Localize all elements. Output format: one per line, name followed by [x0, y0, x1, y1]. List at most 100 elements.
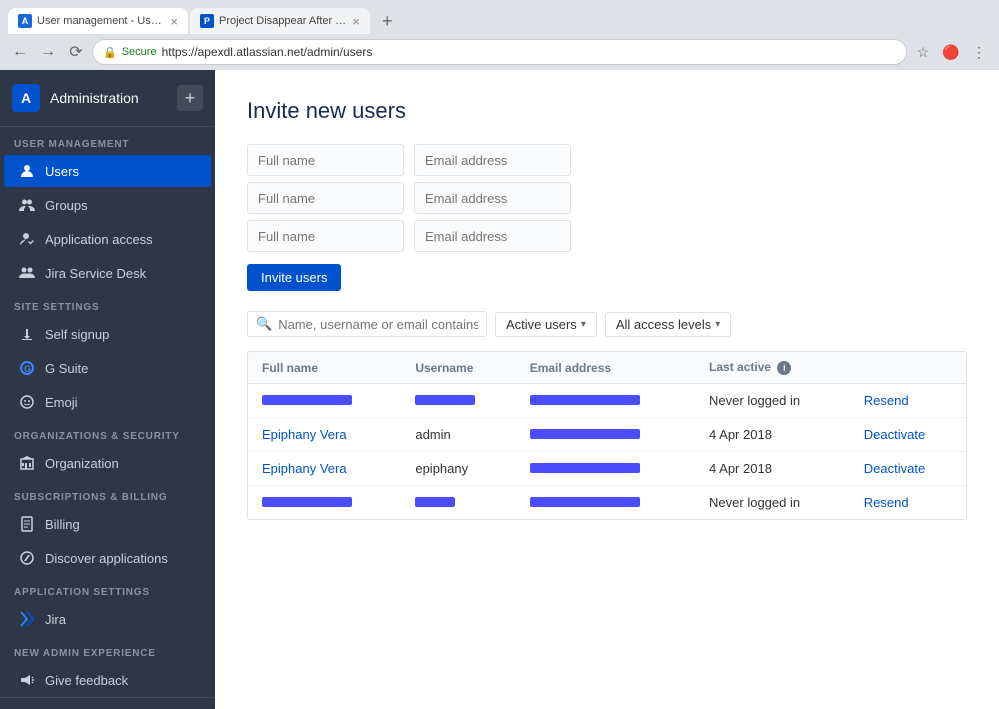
browser-tab-1[interactable]: A User management - Use... ×	[8, 8, 188, 34]
col-header-email: Email address	[516, 352, 695, 384]
sidebar-header: A Administration +	[0, 70, 215, 127]
blurred-username	[415, 395, 475, 405]
blurred-email-3	[530, 463, 640, 473]
invite-section: Invite users	[247, 144, 967, 291]
sidebar-item-discover-applications[interactable]: Discover applications	[4, 542, 211, 574]
full-name-input-3[interactable]	[247, 220, 404, 252]
sidebar-item-organization[interactable]: Organization	[4, 447, 211, 479]
section-label-app-settings: APPLICATION SETTINGS	[0, 575, 215, 602]
compass-icon	[18, 549, 36, 567]
cell-username: admin	[401, 418, 515, 452]
sidebar-item-give-feedback[interactable]: Give feedback	[4, 664, 211, 696]
table-row: Never logged in Resend	[248, 384, 966, 418]
cell-last-active: 4 Apr 2018	[695, 452, 850, 486]
doc-icon	[18, 515, 36, 533]
users-table-wrapper: Full name Username Email address Last ac…	[247, 351, 967, 520]
blurred-email-2	[530, 429, 640, 439]
forward-button[interactable]: →	[36, 40, 60, 64]
sidebar-footer: ☰ ? EV	[0, 697, 215, 709]
sidebar-item-billing[interactable]: Billing	[4, 508, 211, 540]
sidebar-title: Administration	[50, 90, 139, 106]
sidebar-item-application-access[interactable]: Application access	[4, 223, 211, 255]
invite-row-3	[247, 220, 967, 252]
resend-link-1[interactable]: Resend	[864, 393, 909, 408]
address-bar[interactable]: 🔒 Secure https://apexdl.atlassian.net/ad…	[92, 39, 907, 65]
tab-favicon-2: P	[200, 14, 214, 28]
full-name-input-2[interactable]	[247, 182, 404, 214]
tab-close-1[interactable]: ×	[170, 14, 178, 29]
extensions-button[interactable]: 🔴	[939, 40, 963, 64]
blurred-email	[530, 395, 640, 405]
bookmark-button[interactable]: ☆	[911, 40, 935, 64]
svg-text:G: G	[24, 364, 31, 374]
sidebar-item-g-suite[interactable]: G G Suite	[4, 352, 211, 384]
cell-full-name: Epiphany Vera	[248, 418, 401, 452]
blurred-email-4	[530, 497, 640, 507]
last-active-info-icon[interactable]: i	[777, 361, 791, 375]
tab-favicon-1: A	[18, 14, 32, 28]
invite-fields	[247, 144, 967, 252]
access-levels-dropdown[interactable]: All access levels ▾	[605, 312, 731, 337]
sidebar-item-label-organization: Organization	[45, 456, 119, 471]
col-header-full-name: Full name	[248, 352, 401, 384]
sidebar-item-users[interactable]: Users	[4, 155, 211, 187]
users-table: Full name Username Email address Last ac…	[248, 352, 966, 519]
table-row: Epiphany Vera admin 4 Apr 2018 Deactiva	[248, 418, 966, 452]
sidebar-item-groups[interactable]: Groups	[4, 189, 211, 221]
search-input[interactable]	[278, 317, 478, 332]
sidebar-item-self-signup[interactable]: Self signup	[4, 318, 211, 350]
browser-toolbar: ← → ⟳ 🔒 Secure https://apexdl.atlassian.…	[0, 34, 999, 70]
menu-button[interactable]: ⋮	[967, 40, 991, 64]
jira-icon	[18, 610, 36, 628]
cell-email	[516, 452, 695, 486]
tab-title-1: User management - Use...	[37, 15, 165, 27]
filters-row: 🔍 Active users ▾ All access levels ▾	[247, 311, 967, 337]
browser-toolbar-right: ☆ 🔴 ⋮	[911, 40, 991, 64]
invite-users-button[interactable]: Invite users	[247, 264, 341, 291]
section-label-site-settings: SITE SETTINGS	[0, 290, 215, 317]
people-group-icon	[18, 264, 36, 282]
section-label-user-management: USER MANAGEMENT	[0, 127, 215, 154]
chevron-down-icon: ▾	[581, 319, 586, 330]
new-tab-button[interactable]: +	[372, 8, 403, 34]
back-button[interactable]: ←	[8, 40, 32, 64]
resend-link-4[interactable]: Resend	[864, 495, 909, 510]
emoji-icon	[18, 393, 36, 411]
cell-action: Resend	[850, 486, 966, 520]
table-row: Never logged in Resend	[248, 486, 966, 520]
sidebar-item-label-emoji: Emoji	[45, 395, 78, 410]
full-name-input-1[interactable]	[247, 144, 404, 176]
sidebar-item-jira[interactable]: Jira	[4, 603, 211, 635]
deactivate-link-3[interactable]: Deactivate	[864, 461, 925, 476]
blurred-name-4	[262, 497, 352, 507]
cell-action: Deactivate	[850, 418, 966, 452]
user-name-link-3[interactable]: Epiphany Vera	[262, 461, 347, 476]
tab-close-2[interactable]: ×	[352, 14, 360, 29]
invite-row-2	[247, 182, 967, 214]
atlassian-logo[interactable]: A	[12, 84, 40, 112]
sidebar-item-label-jira: Jira	[45, 612, 66, 627]
create-button[interactable]: +	[177, 85, 203, 111]
email-input-1[interactable]	[414, 144, 571, 176]
sidebar-item-emoji[interactable]: Emoji	[4, 386, 211, 418]
search-box[interactable]: 🔍	[247, 311, 487, 337]
secure-text: Secure	[122, 46, 157, 58]
active-users-label: Active users	[506, 317, 577, 332]
cell-email	[516, 418, 695, 452]
deactivate-link-2[interactable]: Deactivate	[864, 427, 925, 442]
person-check-icon	[18, 230, 36, 248]
cell-email	[516, 486, 695, 520]
user-name-link-2[interactable]: Epiphany Vera	[262, 427, 347, 442]
sidebar-item-jira-service-desk[interactable]: Jira Service Desk	[4, 257, 211, 289]
cell-username	[401, 384, 515, 418]
refresh-button[interactable]: ⟳	[64, 40, 88, 64]
browser-chrome: A User management - Use... × P Project D…	[0, 0, 999, 70]
url-text: https://apexdl.atlassian.net/admin/users	[162, 45, 373, 59]
active-users-dropdown[interactable]: Active users ▾	[495, 312, 597, 337]
blurred-username-4	[415, 497, 455, 507]
email-input-3[interactable]	[414, 220, 571, 252]
cell-last-active: Never logged in	[695, 384, 850, 418]
building-icon	[18, 454, 36, 472]
email-input-2[interactable]	[414, 182, 571, 214]
browser-tab-2[interactable]: P Project Disappear After D... ×	[190, 8, 370, 34]
